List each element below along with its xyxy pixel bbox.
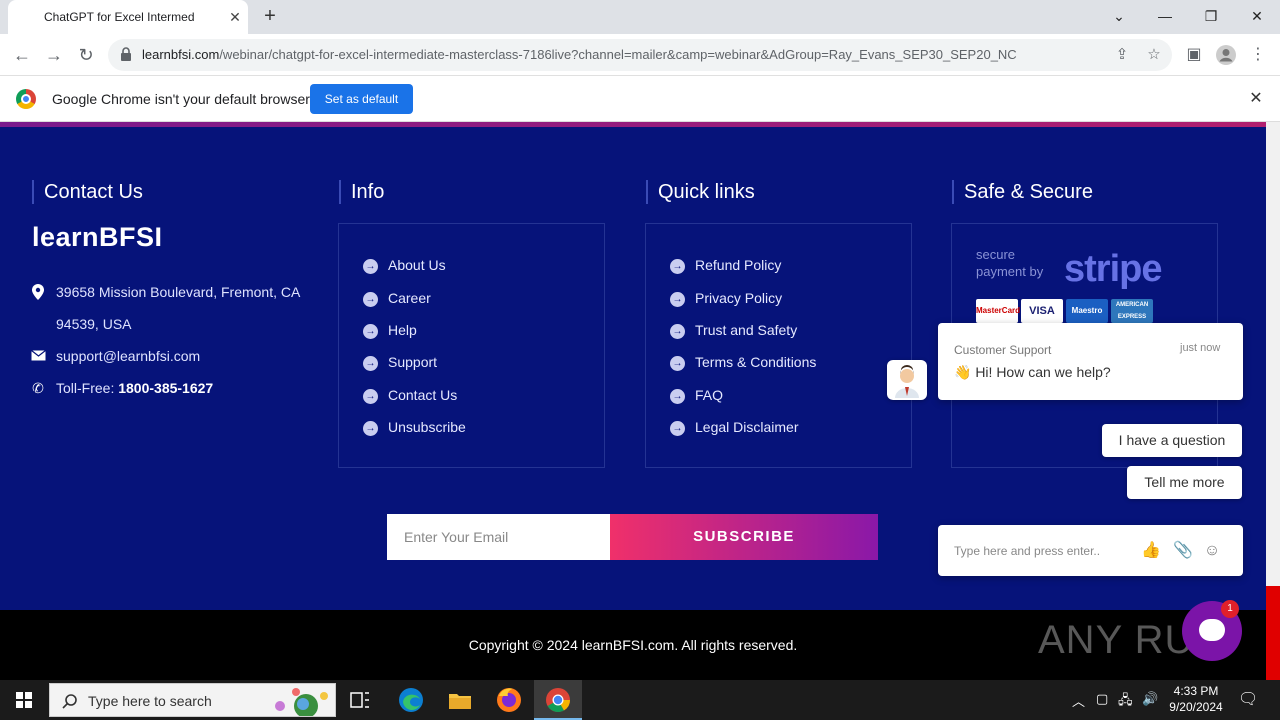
volume-icon[interactable]: 🔊 [1142,691,1158,707]
phone-icon: ✆ [32,380,44,396]
tab-strip: ChatGPT for Excel Intermediate Mastercla… [0,0,1280,34]
edge-icon[interactable] [397,686,425,714]
tab-search-icon[interactable]: ⌄ [1104,4,1134,28]
address-bar[interactable]: learnbfsi.com/webinar/chatgpt-for-excel-… [108,39,1172,71]
back-icon[interactable]: ← [10,43,34,67]
amex-logo: AMERICAN EXPRESS [1111,299,1153,323]
file-explorer-icon[interactable] [446,686,474,714]
support-email-link[interactable]: support@learnbfsi.com [56,348,200,364]
paperclip-icon[interactable]: 📎 [1172,540,1194,562]
mastercard-logo: MasterCard [976,299,1020,323]
chat-greeting: 👋 Hi! How can we help? [954,364,1111,380]
emoji-icon[interactable]: ☺ [1201,540,1223,562]
arrow-circle-icon: → [363,389,378,404]
tab-title: ChatGPT for Excel Intermediate Mastercla… [44,10,194,24]
taskbar-clock[interactable]: 4:33 PM 9/20/2024 [1160,683,1232,715]
firefox-icon[interactable] [495,686,523,714]
menu-kebab-icon[interactable]: ⋮ [1246,43,1270,67]
network-icon[interactable]: 🖧 [1118,691,1133,713]
map-pin-icon [30,284,46,300]
toll-free-number[interactable]: 1800-385-1627 [118,380,213,396]
page-footer-area: Contact Us learnBFSI 39658 Mission Boule… [0,122,1266,680]
chrome-logo-icon [16,89,36,109]
support-agent-avatar [887,360,927,400]
tray-device-icon[interactable]: ▢ [1096,691,1108,707]
browser-toolbar: ← → ↻ learnbfsi.com/webinar/chatgpt-for-… [0,34,1280,76]
chat-agent-name: Customer Support [954,343,1052,357]
chat-bubble-icon [1199,619,1225,641]
arrow-circle-icon: → [670,292,685,307]
new-tab-icon[interactable]: + [258,4,282,28]
unread-badge: 1 [1221,600,1239,618]
chat-timestamp: just now [1180,342,1221,354]
tab-close-icon[interactable]: ✕ [226,8,244,26]
task-view-icon[interactable] [346,686,374,714]
arrow-circle-icon: → [363,421,378,436]
envelope-icon [30,348,46,364]
info-links-box: → About Us → Career → Help → Support → Contac… [338,223,605,468]
info-heading: Info [339,180,384,204]
newsletter-email-input[interactable]: Enter Your Email [387,514,611,560]
bookmark-star-icon[interactable]: ☆ [1143,44,1165,66]
quick-reply-more[interactable]: Tell me more [1127,466,1242,499]
windows-taskbar: Type here to search ︿ ▢ 🖧 🔊 4:33 PM 9/20… [0,680,1280,720]
arrow-circle-icon: → [363,356,378,371]
search-placeholder: Type here to search [88,693,212,709]
arrow-circle-icon: → [670,259,685,274]
search-icon [62,694,77,709]
arrow-circle-icon: → [670,356,685,371]
arrow-circle-icon: → [363,324,378,339]
chat-input-placeholder: Type here and press enter.. [954,544,1101,558]
secure-heading: Safe & Secure [952,180,1093,204]
address-line2: 94539, USA [56,316,132,332]
maestro-logo: Maestro [1066,299,1108,323]
top-divider [0,122,1266,127]
windows-start-icon[interactable] [0,680,48,720]
address-line1: 39658 Mission Boulevard, Fremont, CA [56,284,301,300]
clock-date: 9/20/2024 [1169,700,1223,714]
chrome-icon [546,688,570,713]
default-browser-infobar: Google Chrome isn't your default browser… [0,76,1280,122]
profile-icon[interactable] [1214,43,1238,67]
lock-icon [121,47,131,61]
notifications-icon[interactable]: 🗨 [1238,689,1258,709]
search-highlight-icon [275,688,328,716]
thumbs-up-icon[interactable]: 👍 [1140,540,1162,562]
url-text: learnbfsi.com/webinar/chatgpt-for-excel-… [142,47,1017,62]
scrollbar-thumb[interactable] [1266,586,1280,680]
stripe-logo: stripe [1064,248,1162,290]
subscribe-button[interactable]: SUBSCRIBE [610,514,878,560]
quick-links-heading: Quick links [646,180,755,204]
minimize-icon[interactable]: — [1150,4,1180,28]
quick-reply-question[interactable]: I have a question [1102,424,1242,457]
tray-chevron-icon[interactable]: ︿ [1072,691,1085,710]
quick-links-box: → Refund Policy → Privacy Policy → Trust an… [645,223,912,468]
arrow-circle-icon: → [670,324,685,339]
toll-free: Toll-Free: 1800-385-1627 [56,380,214,396]
share-icon[interactable]: ⇪ [1111,44,1133,66]
arrow-circle-icon: → [670,389,685,404]
browser-tab[interactable]: ChatGPT for Excel Intermediate Mastercla… [8,0,248,34]
secure-payment-text: secure payment by [976,247,1044,279]
arrow-circle-icon: → [363,292,378,307]
reload-icon[interactable]: ↻ [74,43,98,67]
arrow-circle-icon: → [670,421,685,436]
contact-heading: Contact Us [32,180,143,204]
infobar-close-icon[interactable]: ✕ [1246,89,1266,109]
side-panel-icon[interactable]: ▣ [1182,43,1206,67]
forward-icon[interactable]: → [42,43,66,67]
chat-input-box[interactable]: Type here and press enter.. 👍 📎 ☺ [938,525,1243,576]
visa-logo: VISA [1021,299,1063,323]
set-default-button[interactable]: Set as default [310,84,413,114]
chat-message-card[interactable]: Customer Support just now 👋 Hi! How can … [938,323,1243,400]
arrow-circle-icon: → [363,259,378,274]
window-close-icon[interactable]: ✕ [1242,4,1272,28]
chrome-taskbar-button[interactable] [534,680,582,720]
brand-logo[interactable]: learnBFSI [32,222,163,253]
taskbar-search[interactable]: Type here to search [49,683,336,717]
clock-time: 4:33 PM [1173,684,1219,698]
copyright-bar: Copyright © 2024 learnBFSI.com. All righ… [0,610,1266,680]
infobar-message: Google Chrome isn't your default browser [52,91,310,107]
restore-icon[interactable]: ❐ [1196,4,1226,28]
